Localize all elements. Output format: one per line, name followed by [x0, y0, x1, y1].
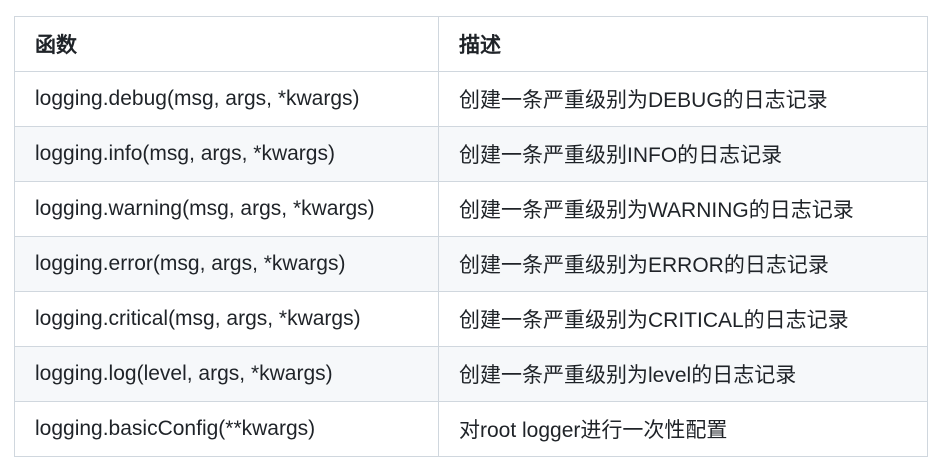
function-cell: logging.critical(msg, args, *kwargs) — [14, 291, 439, 347]
table-row: logging.critical(msg, args, *kwargs) 创建一… — [14, 291, 928, 347]
function-cell: logging.warning(msg, args, *kwargs) — [14, 181, 439, 237]
logging-functions-table: 函数 描述 logging.debug(msg, args, *kwargs) … — [14, 16, 928, 457]
table-row: logging.basicConfig(**kwargs) 对root logg… — [14, 401, 928, 457]
function-cell: logging.basicConfig(**kwargs) — [14, 401, 439, 457]
table-header-row: 函数 描述 — [14, 16, 928, 72]
table-row: logging.warning(msg, args, *kwargs) 创建一条… — [14, 181, 928, 237]
description-cell: 创建一条严重级别INFO的日志记录 — [438, 126, 928, 182]
table-row: logging.debug(msg, args, *kwargs) 创建一条严重… — [14, 71, 928, 127]
table-row: logging.info(msg, args, *kwargs) 创建一条严重级… — [14, 126, 928, 182]
header-description: 描述 — [438, 16, 928, 72]
function-cell: logging.info(msg, args, *kwargs) — [14, 126, 439, 182]
description-cell: 创建一条严重级别为DEBUG的日志记录 — [438, 71, 928, 127]
description-cell: 对root logger进行一次性配置 — [438, 401, 928, 457]
function-cell: logging.debug(msg, args, *kwargs) — [14, 71, 439, 127]
function-cell: logging.log(level, args, *kwargs) — [14, 346, 439, 402]
header-function: 函数 — [14, 16, 439, 72]
description-cell: 创建一条严重级别为ERROR的日志记录 — [438, 236, 928, 292]
description-cell: 创建一条严重级别为level的日志记录 — [438, 346, 928, 402]
table-row: logging.log(level, args, *kwargs) 创建一条严重… — [14, 346, 928, 402]
description-cell: 创建一条严重级别为WARNING的日志记录 — [438, 181, 928, 237]
description-cell: 创建一条严重级别为CRITICAL的日志记录 — [438, 291, 928, 347]
logging-functions-table-container: 函数 描述 logging.debug(msg, args, *kwargs) … — [14, 16, 928, 457]
table-row: logging.error(msg, args, *kwargs) 创建一条严重… — [14, 236, 928, 292]
function-cell: logging.error(msg, args, *kwargs) — [14, 236, 439, 292]
